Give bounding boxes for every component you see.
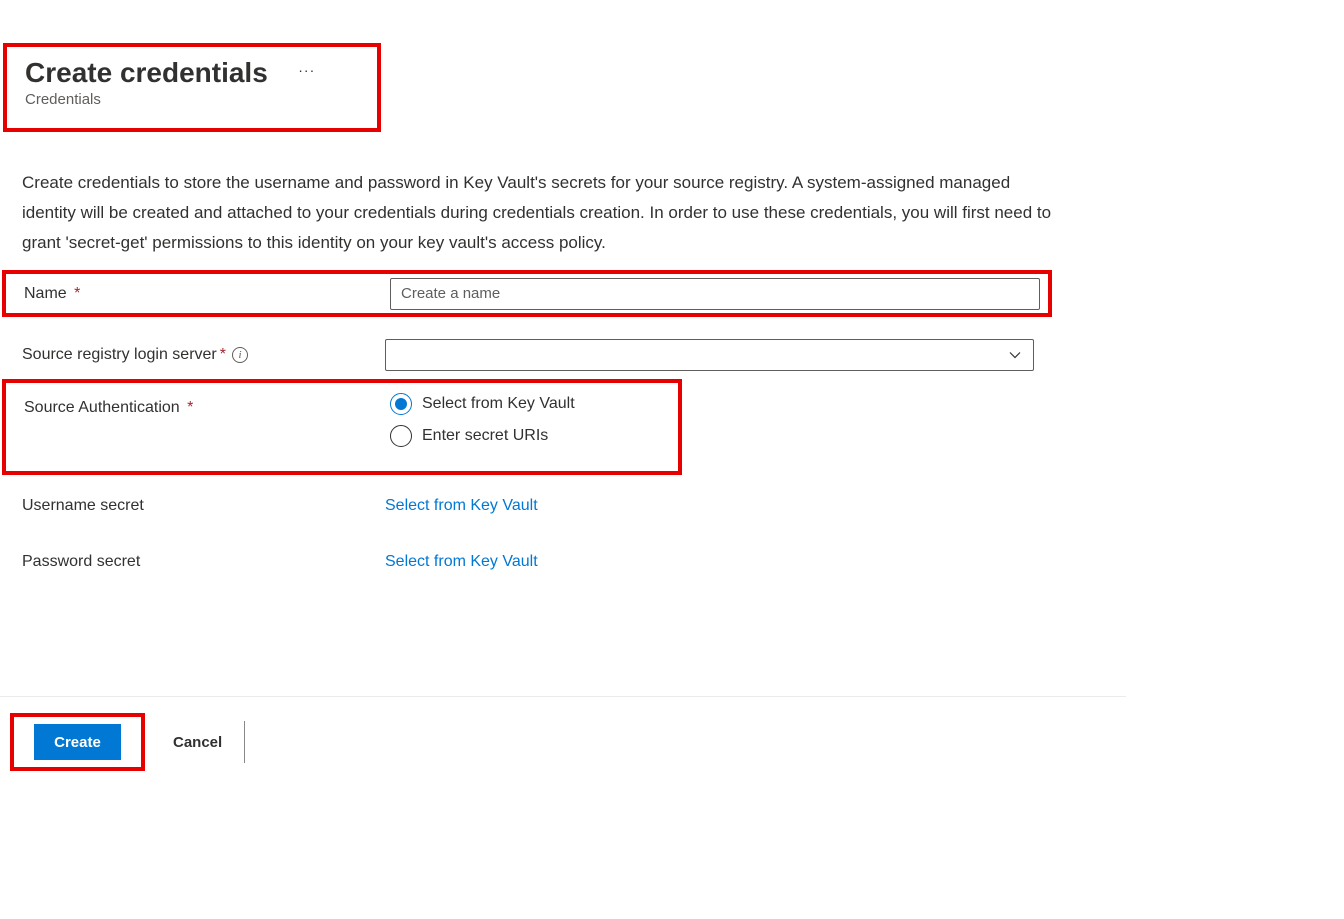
source-auth-radio-group: Select from Key Vault Enter secret URIs [390,383,575,471]
form-row-source-auth: Source Authentication * Select from Key … [2,379,682,475]
username-secret-label-wrap: Username secret [22,497,385,515]
password-secret-link[interactable]: Select from Key Vault [385,553,538,571]
form-row-source-registry: Source registry login server * i [22,339,1034,371]
radio-secret-uris[interactable]: Enter secret URIs [390,425,575,447]
radio-key-vault-label: Select from Key Vault [422,395,575,413]
footer-divider [0,696,1126,697]
source-registry-label: Source registry login server [22,346,217,364]
footer-create-wrap: Create [10,713,145,771]
source-auth-label: Source Authentication [24,399,180,416]
radio-circle-icon [390,425,412,447]
radio-key-vault[interactable]: Select from Key Vault [390,393,575,415]
radio-circle-icon [390,393,412,415]
name-label: Name [24,285,67,302]
create-button[interactable]: Create [34,724,121,760]
source-auth-label-wrap: Source Authentication * [6,383,390,471]
form-row-password-secret: Password secret Select from Key Vault [22,553,538,571]
radio-dot-icon [395,398,407,410]
name-label-wrap: Name * [6,285,390,303]
password-secret-label: Password secret [22,553,140,570]
info-icon[interactable]: i [232,347,248,363]
header-section: Create credentials ··· Credentials [3,43,381,132]
cancel-button[interactable]: Cancel [173,734,222,751]
source-registry-dropdown[interactable] [385,339,1034,371]
username-secret-label: Username secret [22,497,144,514]
radio-secret-uris-label: Enter secret URIs [422,427,548,445]
required-indicator: * [74,285,80,302]
footer-cancel-wrap: Cancel [155,721,245,763]
form-row-name: Name * [2,270,1052,317]
required-indicator: * [220,346,226,364]
username-secret-link[interactable]: Select from Key Vault [385,497,538,515]
form-row-username-secret: Username secret Select from Key Vault [22,497,538,515]
page-title: Create credentials [25,57,268,89]
breadcrumb: Credentials [25,91,359,108]
description-text: Create credentials to store the username… [22,168,1052,257]
password-secret-label-wrap: Password secret [22,553,385,571]
source-registry-dropdown-wrap [385,339,1034,371]
more-icon[interactable]: ··· [298,62,315,78]
name-input[interactable] [390,278,1040,310]
required-indicator: * [187,399,193,416]
source-registry-label-wrap: Source registry login server * i [22,346,385,364]
